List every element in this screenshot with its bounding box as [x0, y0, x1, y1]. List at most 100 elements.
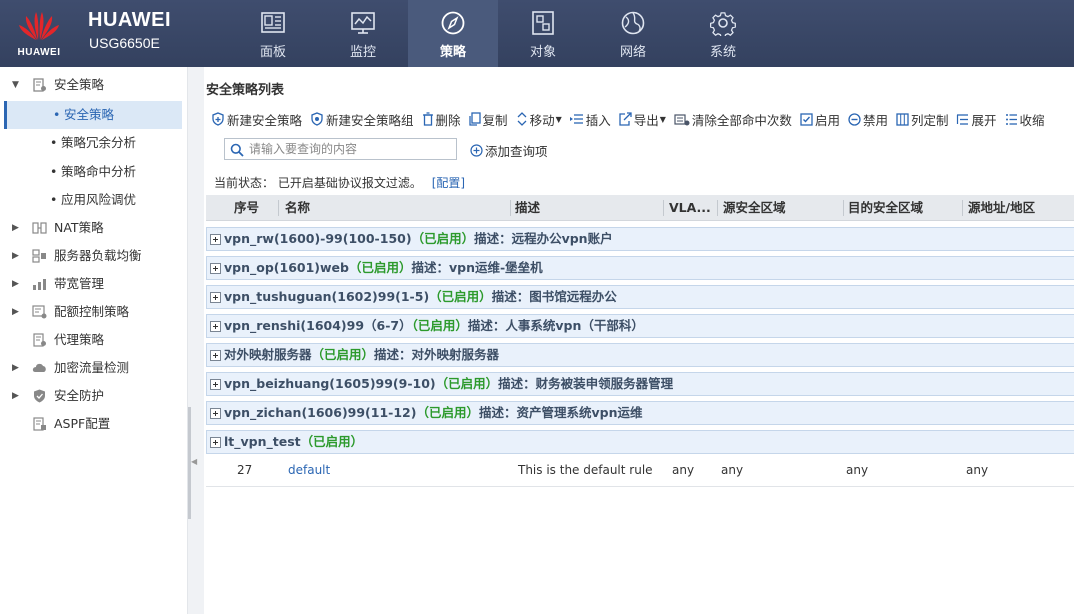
- expand-arrow-icon[interactable]: ▶: [12, 382, 19, 410]
- sidebar-item-security-protection[interactable]: ▶ 安全防护: [0, 382, 187, 410]
- quota-icon: [32, 305, 47, 319]
- expand-plus-icon[interactable]: [210, 292, 221, 303]
- clear-hits-button[interactable]: 清除全部命中次数: [674, 110, 792, 129]
- sidebar-item-label: 加密流量检测: [54, 360, 130, 375]
- sidebar-subitem-label: 策略命中分析: [61, 164, 137, 179]
- export-icon: [619, 112, 632, 126]
- expand-plus-icon[interactable]: [210, 263, 221, 274]
- expand-plus-icon[interactable]: [210, 234, 221, 245]
- shield-icon: [34, 389, 45, 403]
- server-lb-icon: [32, 249, 46, 263]
- new-policy-group-button[interactable]: 新建安全策略组: [310, 110, 414, 129]
- shield-add-icon: [212, 112, 224, 126]
- policy-group-row[interactable]: vpn_beizhuang(1605)99(9-10)（已启用）描述：财务被装申…: [206, 372, 1074, 396]
- sidebar-item-proxy[interactable]: 代理策略: [0, 326, 187, 354]
- sidebar-subitem-label: 应用风险调优: [61, 192, 137, 207]
- cell-dst-zone: any: [846, 463, 869, 477]
- expand-arrow-icon[interactable]: ▶: [12, 354, 19, 382]
- policy-group-row[interactable]: vpn_tushuguan(1602)99(1-5)（已启用）描述：图书馆远程办…: [206, 285, 1074, 309]
- cell-src-zone: any: [721, 463, 744, 477]
- clear-counter-icon: [674, 114, 690, 126]
- expand-plus-icon[interactable]: [210, 350, 221, 361]
- sidebar-item-encrypted-traffic[interactable]: ▶ 加密流量检测: [0, 354, 187, 382]
- sidebar-item-label: 配额控制策略: [54, 304, 130, 319]
- object-icon: [532, 11, 554, 35]
- dashboard-icon: [261, 12, 285, 33]
- cell-name-link[interactable]: default: [288, 454, 330, 486]
- sidebar-item-server-lb[interactable]: ▶ 服务器负载均衡: [0, 242, 187, 270]
- nav-label: 网络: [619, 45, 646, 60]
- expand-arrow-icon[interactable]: ▼: [12, 71, 19, 99]
- search-box[interactable]: [224, 138, 457, 160]
- expand-arrow-icon[interactable]: ▶: [12, 242, 19, 270]
- search-input[interactable]: [249, 141, 449, 157]
- nav-system[interactable]: 系统: [678, 0, 768, 67]
- policy-group-row[interactable]: vpn_zichan(1606)99(11-12)（已启用）描述：资产管理系统v…: [206, 401, 1074, 425]
- expand-plus-icon[interactable]: [210, 321, 221, 332]
- nav-policy[interactable]: 策略: [408, 0, 498, 67]
- nav-label: 面板: [259, 45, 286, 60]
- caret-down-icon: ▼: [659, 114, 666, 124]
- column-header-src-address[interactable]: 源地址/地区: [968, 195, 1035, 221]
- bandwidth-icon: [33, 279, 46, 290]
- export-button[interactable]: 导出 ▼: [619, 110, 666, 129]
- delete-button[interactable]: 删除: [422, 110, 461, 129]
- aspf-icon: [33, 417, 46, 431]
- sidebar-subitem-app-risk-tuning[interactable]: • 应用风险调优: [4, 186, 182, 214]
- table-row[interactable]: 27 default This is the default rule any …: [206, 454, 1074, 487]
- expand-plus-icon[interactable]: [210, 437, 221, 448]
- policy-group-row[interactable]: vpn_op(1601)web（已启用）描述：vpn运维-堡垒机: [206, 256, 1074, 280]
- cell-seq: 27: [237, 463, 253, 477]
- column-header-dst-zone[interactable]: 目的安全区域: [848, 195, 923, 221]
- copy-button[interactable]: 复制: [468, 110, 508, 129]
- customize-columns-button[interactable]: 列定制: [896, 110, 948, 129]
- new-policy-button[interactable]: 新建安全策略: [211, 110, 302, 129]
- sidebar-subitem-hit-analysis[interactable]: • 策略命中分析: [4, 158, 182, 186]
- columns-icon: [896, 112, 909, 126]
- sidebar-subitem-redundancy-analysis[interactable]: • 策略冗余分析: [4, 129, 182, 157]
- expand-arrow-icon[interactable]: ▶: [12, 298, 19, 326]
- move-button[interactable]: 移动 ▼: [516, 110, 562, 129]
- policy-icon: [33, 78, 46, 92]
- insert-icon: [569, 114, 583, 124]
- policy-group-row[interactable]: vpn_rw(1600)-99(100-150)（已启用）描述：远程办公vpn账…: [206, 227, 1074, 251]
- column-header-seq[interactable]: 序号: [234, 195, 259, 221]
- nav-label: 对象: [529, 45, 556, 60]
- config-link[interactable]: [配置]: [432, 176, 465, 190]
- policy-group-row[interactable]: vpn_renshi(1604)99（6-7）（已启用）描述：人事系统vpn（干…: [206, 314, 1074, 338]
- nav-network[interactable]: 网络: [588, 0, 678, 67]
- expand-plus-icon[interactable]: [210, 408, 221, 419]
- disable-button[interactable]: 禁用: [848, 110, 888, 129]
- column-header-vlan[interactable]: VLA...: [669, 195, 711, 221]
- policy-group-row[interactable]: 对外映射服务器（已启用）描述：对外映射服务器: [206, 343, 1074, 367]
- proxy-icon: [33, 333, 46, 347]
- encrypted-traffic-icon: [32, 363, 46, 372]
- collapse-all-button[interactable]: 收缩: [1005, 110, 1045, 129]
- expand-all-button[interactable]: 展开: [956, 110, 997, 129]
- sidebar-item-nat[interactable]: ▶ NAT策略: [0, 214, 187, 242]
- sidebar-item-aspf[interactable]: ASPF配置: [0, 410, 187, 438]
- enable-button[interactable]: 启用: [800, 110, 840, 129]
- column-header-name[interactable]: 名称: [285, 195, 310, 221]
- insert-button[interactable]: 插入: [569, 110, 611, 129]
- sidebar-item-security-policy[interactable]: ▼ 安全策略: [0, 71, 187, 99]
- sidebar-item-label: 服务器负载均衡: [54, 248, 142, 263]
- nav-monitor[interactable]: 监控: [318, 0, 408, 67]
- collapse-arrow-icon[interactable]: ◀: [191, 457, 197, 466]
- column-header-src-zone[interactable]: 源安全区域: [723, 195, 786, 221]
- expand-arrow-icon[interactable]: ▶: [12, 214, 19, 242]
- expand-arrow-icon[interactable]: ▶: [12, 270, 19, 298]
- sidebar-subitem-label: 安全策略: [64, 107, 115, 122]
- sidebar-splitter[interactable]: ◀: [187, 67, 204, 614]
- expand-plus-icon[interactable]: [210, 379, 221, 390]
- nav-object[interactable]: 对象: [498, 0, 588, 67]
- sidebar-subitem-security-policy[interactable]: • 安全策略: [4, 101, 182, 129]
- sidebar-item-quota[interactable]: ▶ 配额控制策略: [0, 298, 187, 326]
- sidebar-item-bandwidth[interactable]: ▶ 带宽管理: [0, 270, 187, 298]
- add-query-button[interactable]: 添加查询项: [470, 141, 548, 160]
- column-header-description[interactable]: 描述: [515, 195, 540, 221]
- policy-group-row[interactable]: lt_vpn_test（已启用）: [206, 430, 1074, 454]
- copy-icon: [468, 112, 481, 126]
- top-bar: HUAWEI HUAWEI USG6650E 面板 监控 策略 对象 网络 系统: [0, 0, 1074, 67]
- nav-dashboard[interactable]: 面板: [228, 0, 318, 67]
